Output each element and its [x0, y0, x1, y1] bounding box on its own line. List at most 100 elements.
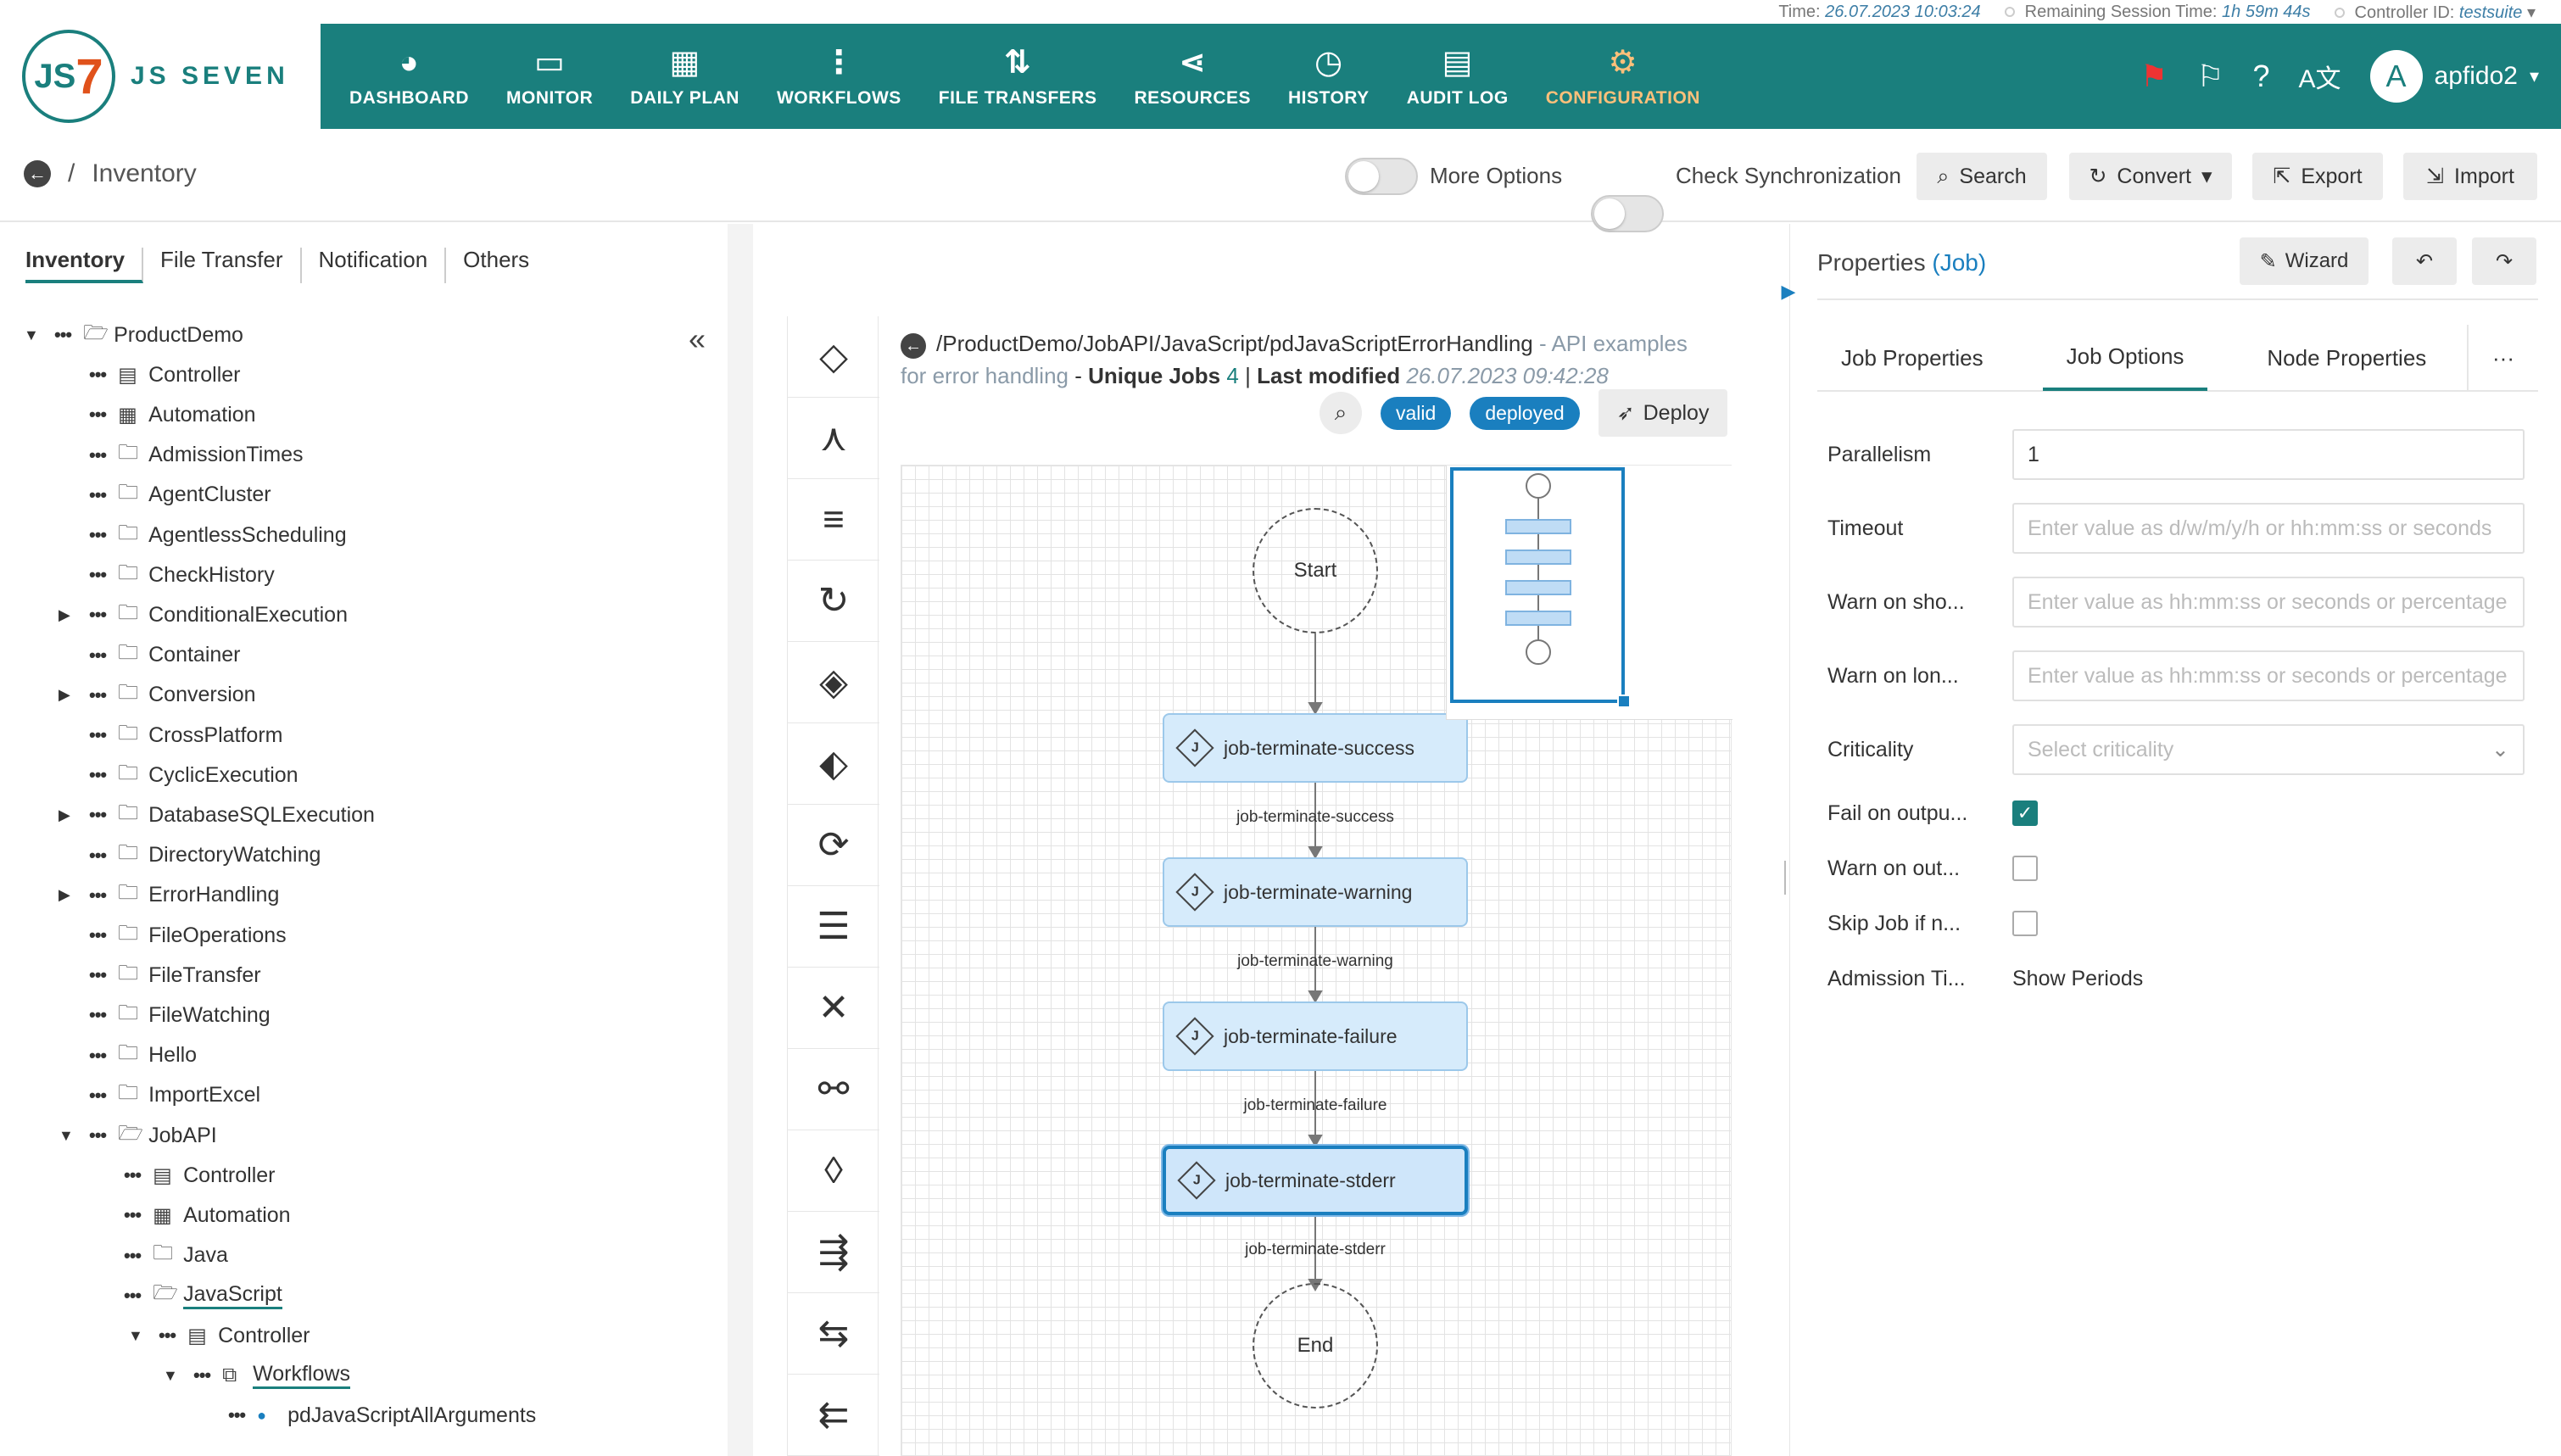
job-node[interactable]: Jjob-terminate-warning	[1163, 857, 1468, 927]
prompt-instruction-icon[interactable]: ◊	[788, 1130, 879, 1212]
wizard-button[interactable]: ✎ Wizard	[2240, 237, 2369, 285]
tree-item[interactable]: ••• ▦ Automation	[124, 1196, 291, 1235]
tree-item[interactable]: ••• ▤ Controller	[124, 1156, 275, 1195]
more-dots-icon[interactable]: •••	[193, 1364, 211, 1386]
nav-workflows[interactable]: ⋮ WORKFLOWS	[758, 24, 920, 129]
tree-item[interactable]: ••• 🗀 DirectoryWatching	[89, 836, 321, 875]
caret-right-icon[interactable]: ▶	[59, 886, 89, 904]
more-tabs-icon[interactable]: ···	[2467, 325, 2538, 391]
more-dots-icon[interactable]: •••	[89, 1124, 107, 1146]
more-dots-icon[interactable]: •••	[89, 764, 107, 786]
job-node[interactable]: Jjob-terminate-failure	[1163, 1001, 1468, 1071]
more-dots-icon[interactable]: •••	[89, 604, 107, 626]
back-arrow-icon[interactable]: ←	[901, 333, 926, 359]
import-button[interactable]: ⇲ Import	[2403, 153, 2537, 200]
tree-item[interactable]: ••• 🗀 Java	[124, 1236, 228, 1275]
tab-job-options[interactable]: Job Options	[2042, 325, 2208, 391]
more-dots-icon[interactable]: •••	[89, 724, 107, 746]
warn-short-input[interactable]: Enter value as hh:mm:ss or seconds or pe…	[2012, 577, 2525, 628]
nav-monitor[interactable]: ▭ MONITOR	[488, 24, 611, 129]
more-dots-icon[interactable]: •••	[89, 964, 107, 986]
caret-right-icon[interactable]: ▶	[59, 606, 89, 624]
nav-dashboard[interactable]: ◕ DASHBOARD	[331, 24, 488, 129]
fail-output-checkbox[interactable]: ✓	[2012, 801, 2038, 826]
show-periods-link[interactable]: Show Periods	[2012, 967, 2143, 991]
nav-resources[interactable]: ⋖ RESOURCES	[1115, 24, 1269, 129]
more-dots-icon[interactable]: •••	[89, 524, 107, 546]
tree-item[interactable]: ••• 🗀 AgentCluster	[89, 476, 271, 515]
tree-item[interactable]: ••• 🗀 AgentlessScheduling	[89, 516, 347, 555]
tree-item[interactable]: ••• ▤ Controller	[89, 355, 240, 394]
caret-right-icon[interactable]: ▶	[59, 806, 89, 824]
caret-down-icon[interactable]: ▼	[128, 1327, 159, 1345]
language-icon[interactable]: A文	[2299, 58, 2341, 95]
tab-notification[interactable]: Notification	[319, 248, 447, 283]
user-menu[interactable]: A apfido2 ▾	[2369, 50, 2539, 103]
notification-flag-icon[interactable]: ⚐	[2196, 59, 2223, 94]
minimap[interactable]	[1446, 466, 1732, 720]
more-dots-icon[interactable]: •••	[89, 804, 107, 826]
tab-node-properties[interactable]: Node Properties	[2243, 325, 2450, 391]
more-dots-icon[interactable]: •••	[89, 1085, 107, 1107]
expect-notice-instruction-icon[interactable]: ⇆	[788, 1293, 879, 1375]
tree-item[interactable]: ••• 🗀 FileOperations	[89, 916, 287, 955]
tree-item[interactable]: ••• ● pdJavaScriptAllArguments	[228, 1396, 536, 1435]
convert-button[interactable]: ↻ Convert ▾	[2069, 153, 2232, 200]
more-dots-icon[interactable]: •••	[89, 884, 107, 907]
tab-others[interactable]: Others	[463, 248, 546, 283]
tree-item[interactable]: ••• 🗀 CheckHistory	[89, 555, 275, 594]
more-dots-icon[interactable]: •••	[124, 1204, 142, 1226]
caret-down-icon[interactable]: ▼	[24, 326, 54, 344]
job-instruction-icon[interactable]: ◇	[788, 316, 879, 398]
tree-item[interactable]: ▶ ••• 🗀 DatabaseSQLExecution	[59, 795, 375, 834]
tree-item[interactable]: ••• 🗀 AdmissionTimes	[89, 436, 304, 475]
warn-output-checkbox[interactable]	[2012, 856, 2038, 881]
retry-instruction-icon[interactable]: ↻	[788, 561, 879, 642]
tree-item[interactable]: ••• 🗀 FileTransfer	[89, 956, 261, 995]
finish-instruction-icon[interactable]: ☰	[788, 886, 879, 968]
fork-instruction-icon[interactable]: ⋏	[788, 398, 879, 479]
tree-item[interactable]: ••• ▦ Automation	[89, 395, 256, 434]
skip-job-checkbox[interactable]	[2012, 911, 2038, 936]
nav-configuration[interactable]: ⚙ CONFIGURATION	[1527, 24, 1719, 129]
caret-right-icon[interactable]: ▶	[59, 686, 89, 704]
warn-long-input[interactable]: Enter value as hh:mm:ss or seconds or pe…	[2012, 650, 2525, 701]
tree-item[interactable]: ▶ ••• 🗀 ErrorHandling	[59, 876, 279, 915]
tree-item[interactable]: ••• 🗀 CyclicExecution	[89, 756, 299, 795]
panel-splitter[interactable]	[728, 224, 753, 1456]
tree-item[interactable]: ▶ ••• 🗀 ConditionalExecution	[59, 595, 348, 634]
more-dots-icon[interactable]: •••	[124, 1245, 142, 1267]
more-dots-icon[interactable]: •••	[54, 324, 72, 346]
search-button[interactable]: ⌕ Search	[1917, 153, 2047, 200]
deploy-button[interactable]: ➶ Deploy	[1598, 389, 1728, 437]
tree-item[interactable]: ••• 🗀 Hello	[89, 1036, 197, 1075]
more-dots-icon[interactable]: •••	[228, 1404, 246, 1426]
more-dots-icon[interactable]: •••	[89, 1004, 107, 1026]
tree-item[interactable]: ▼ ••• ⧉ Workflows	[163, 1356, 350, 1395]
lock-instruction-icon[interactable]: ⚯	[788, 1049, 879, 1130]
back-arrow-icon[interactable]: ←	[24, 160, 51, 187]
if-instruction-icon[interactable]: ◈	[788, 642, 879, 723]
tree-item[interactable]: ••• 🗀 Container	[89, 636, 241, 675]
undo-button[interactable]: ↶	[2392, 237, 2457, 285]
nav-history[interactable]: ◷ HISTORY	[1269, 24, 1388, 129]
parallelism-input[interactable]: 1	[2012, 429, 2525, 480]
tree-item[interactable]: ▼ ••• ▤ Controller	[128, 1316, 310, 1355]
tab-file-transfer[interactable]: File Transfer	[160, 248, 302, 283]
more-dots-icon[interactable]: •••	[124, 1164, 142, 1186]
more-dots-icon[interactable]: •••	[89, 484, 107, 506]
try-instruction-icon[interactable]: ⬖	[788, 723, 879, 805]
help-icon[interactable]: ?	[2252, 59, 2269, 94]
more-dots-icon[interactable]: •••	[89, 444, 107, 466]
consume-notice-instruction-icon[interactable]: ⇇	[788, 1375, 879, 1456]
expand-arrow-icon[interactable]: ▶	[1773, 258, 1804, 326]
tree-item[interactable]: ••• 🗀 FileWatching	[89, 996, 271, 1035]
more-dots-icon[interactable]: •••	[89, 564, 107, 586]
tree-item[interactable]: ▼ ••• 🗁 JobAPI	[59, 1116, 217, 1155]
more-dots-icon[interactable]: •••	[89, 404, 107, 426]
criticality-select[interactable]: Select criticality ⌄	[2012, 724, 2525, 775]
more-dots-icon[interactable]: •••	[89, 684, 107, 706]
breadcrumb-inventory[interactable]: Inventory	[92, 159, 196, 188]
job-node[interactable]: Jjob-terminate-stderr	[1163, 1146, 1468, 1215]
post-notice-instruction-icon[interactable]: ⇶	[788, 1212, 879, 1293]
